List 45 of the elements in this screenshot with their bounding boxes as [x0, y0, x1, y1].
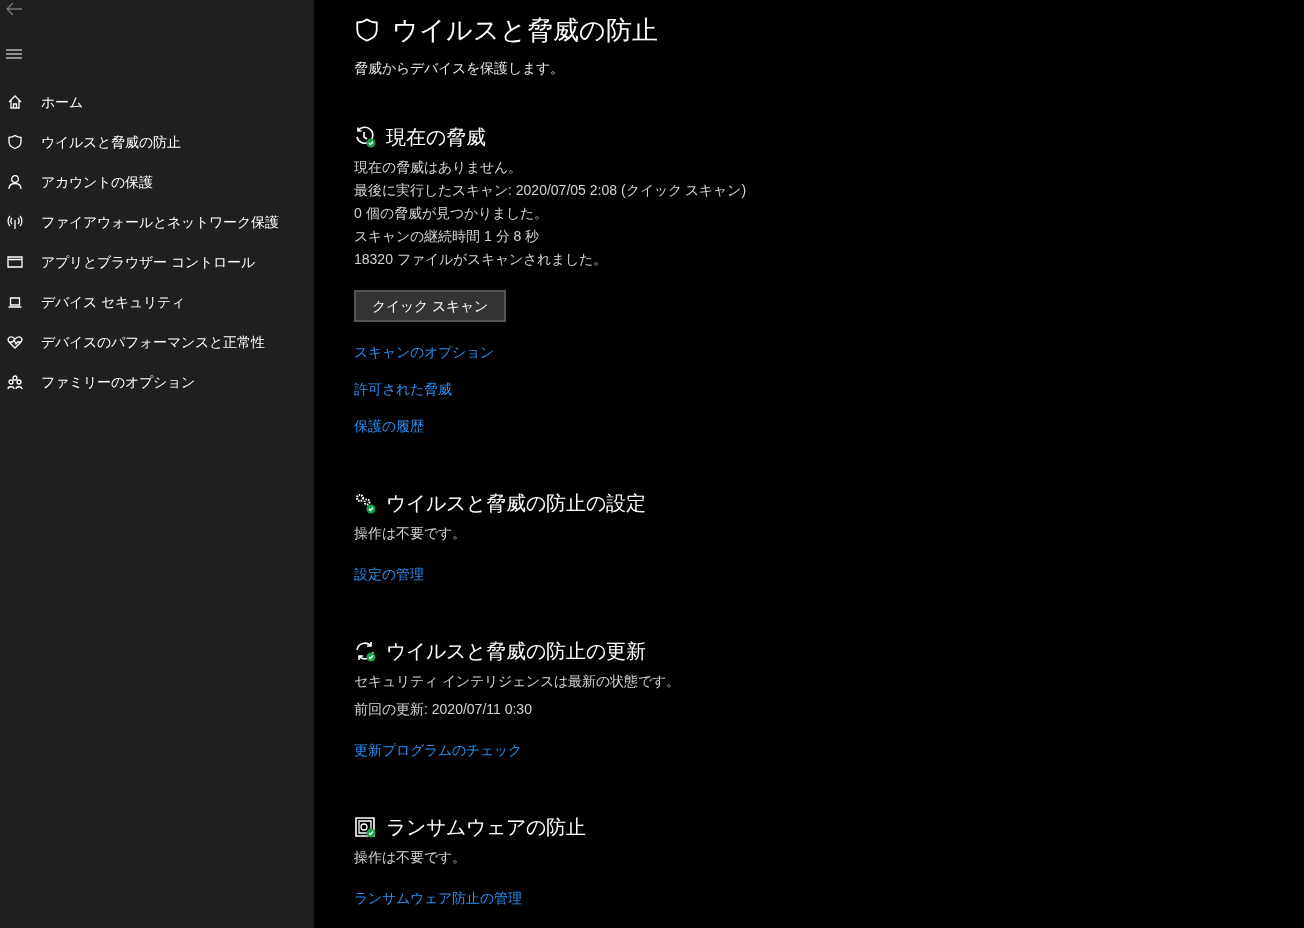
status-text: 操作は不要です。 [354, 848, 467, 867]
home-icon [7, 94, 23, 110]
status-text: セキュリティ インテリジェンスは最新の状態です。 [354, 672, 681, 691]
person-icon [7, 174, 23, 190]
status-text: 0 個の脅威が見つかりました。 [354, 204, 549, 223]
link[interactable]: 許可された脅威 [354, 379, 452, 400]
window-icon [7, 254, 23, 270]
back-arrow-icon[interactable] [5, 2, 23, 16]
shield-icon [354, 16, 380, 44]
page-subtitle: 脅威からデバイスを保護します。 [354, 59, 565, 78]
link[interactable]: スキャンのオプション [354, 342, 494, 363]
vault-check-icon [354, 816, 376, 838]
link[interactable]: 設定の管理 [354, 564, 424, 585]
nav-item[interactable]: ホーム [0, 82, 314, 122]
nav-item[interactable]: デバイス セキュリティ [0, 282, 314, 322]
status-text: 現在の脅威はありません。 [354, 158, 523, 177]
link[interactable]: 更新プログラムのチェック [354, 740, 522, 761]
nav-item[interactable]: ファイアウォールとネットワーク保護 [0, 202, 314, 242]
status-text: 前回の更新: 2020/07/11 0:30 [354, 700, 533, 719]
status-text: 18320 ファイルがスキャンされました。 [354, 250, 608, 269]
section-title: ウイルスと脅威の防止の更新 [386, 639, 646, 664]
refresh-check-icon [354, 640, 376, 662]
heart-pulse-icon [7, 334, 23, 350]
page-title: ウイルスと脅威の防止 [392, 14, 658, 47]
nav-item[interactable]: デバイスのパフォーマンスと正常性 [0, 322, 314, 362]
family-icon [7, 374, 23, 390]
history-check-icon [354, 126, 376, 148]
menu-icon[interactable] [6, 48, 22, 60]
section-title: ウイルスと脅威の防止の設定 [386, 491, 646, 516]
shield-icon [7, 134, 23, 150]
laptop-icon [7, 294, 23, 310]
link[interactable]: 保護の履歴 [354, 416, 424, 437]
nav-item[interactable]: ウイルスと脅威の防止 [0, 122, 314, 162]
quick-scan-button[interactable]: クイック スキャン [354, 290, 506, 322]
status-text: 操作は不要です。 [354, 524, 467, 543]
section-title: ランサムウェアの防止 [386, 815, 586, 840]
gears-check-icon [354, 492, 376, 514]
status-text: スキャンの継続時間 1 分 8 秒 [354, 227, 541, 246]
nav-item[interactable]: アプリとブラウザー コントロール [0, 242, 314, 282]
link[interactable]: ランサムウェア防止の管理 [354, 888, 522, 909]
section-title: 現在の脅威 [386, 125, 486, 150]
status-text: 最後に実行したスキャン: 2020/07/05 2:08 (クイック スキャン) [354, 181, 748, 200]
antenna-icon [7, 214, 23, 230]
nav-item[interactable]: アカウントの保護 [0, 162, 314, 202]
nav-item[interactable]: ファミリーのオプション [0, 362, 314, 402]
